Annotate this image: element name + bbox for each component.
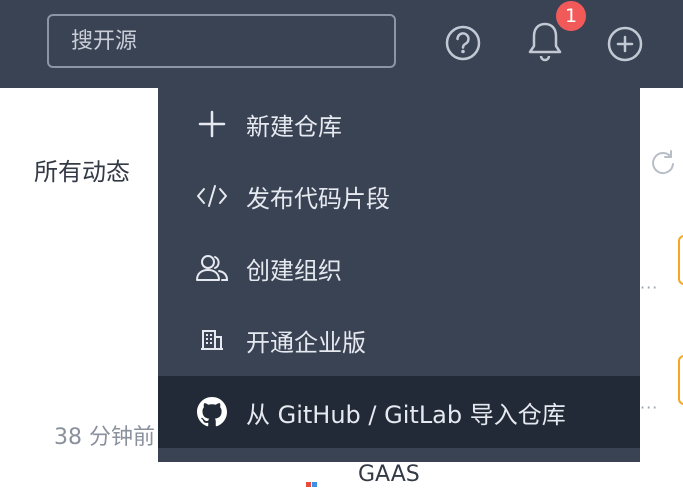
repo-icon [306,472,318,487]
github-icon [186,397,238,427]
code-icon [186,182,238,210]
create-dropdown-menu: 新建仓库 发布代码片段 创建组织 开通企业版 从 GitHub / GitLab… [158,88,640,462]
notification-badge: 1 [556,1,586,31]
refresh-icon[interactable] [649,148,677,180]
users-icon [186,253,238,283]
bell-icon[interactable] [526,20,564,68]
side-card-1[interactable] [678,235,683,285]
building-icon [186,327,238,353]
menu-item-label: 发布代码片段 [246,184,390,213]
menu-item-label: 创建组织 [246,256,342,285]
repo-name[interactable]: GAAS [358,462,420,487]
menu-item-import-repo[interactable]: 从 GitHub / GitLab 导入仓库 [158,376,640,448]
page-title: 所有动态 [34,158,130,186]
add-circle-icon[interactable] [606,25,644,67]
menu-item-label: 新建仓库 [246,112,342,141]
top-navbar: 1 [0,0,683,88]
plus-icon [186,109,238,139]
menu-item-label: 从 GitHub / GitLab 导入仓库 [246,400,566,429]
activity-timestamp: 38 分钟前 [54,425,155,450]
menu-item-label: 开通企业版 [246,328,366,357]
menu-item-enterprise[interactable]: 开通企业版 [158,304,640,376]
menu-item-publish-snippet[interactable]: 发布代码片段 [158,160,640,232]
menu-item-create-org[interactable]: 创建组织 [158,232,640,304]
menu-item-new-repo[interactable]: 新建仓库 [158,88,640,160]
more-icon[interactable]: ··· [640,278,658,297]
more-icon[interactable]: ··· [640,398,658,417]
help-icon[interactable] [444,24,482,66]
side-card-2[interactable] [678,355,683,405]
search-input[interactable] [47,14,396,68]
